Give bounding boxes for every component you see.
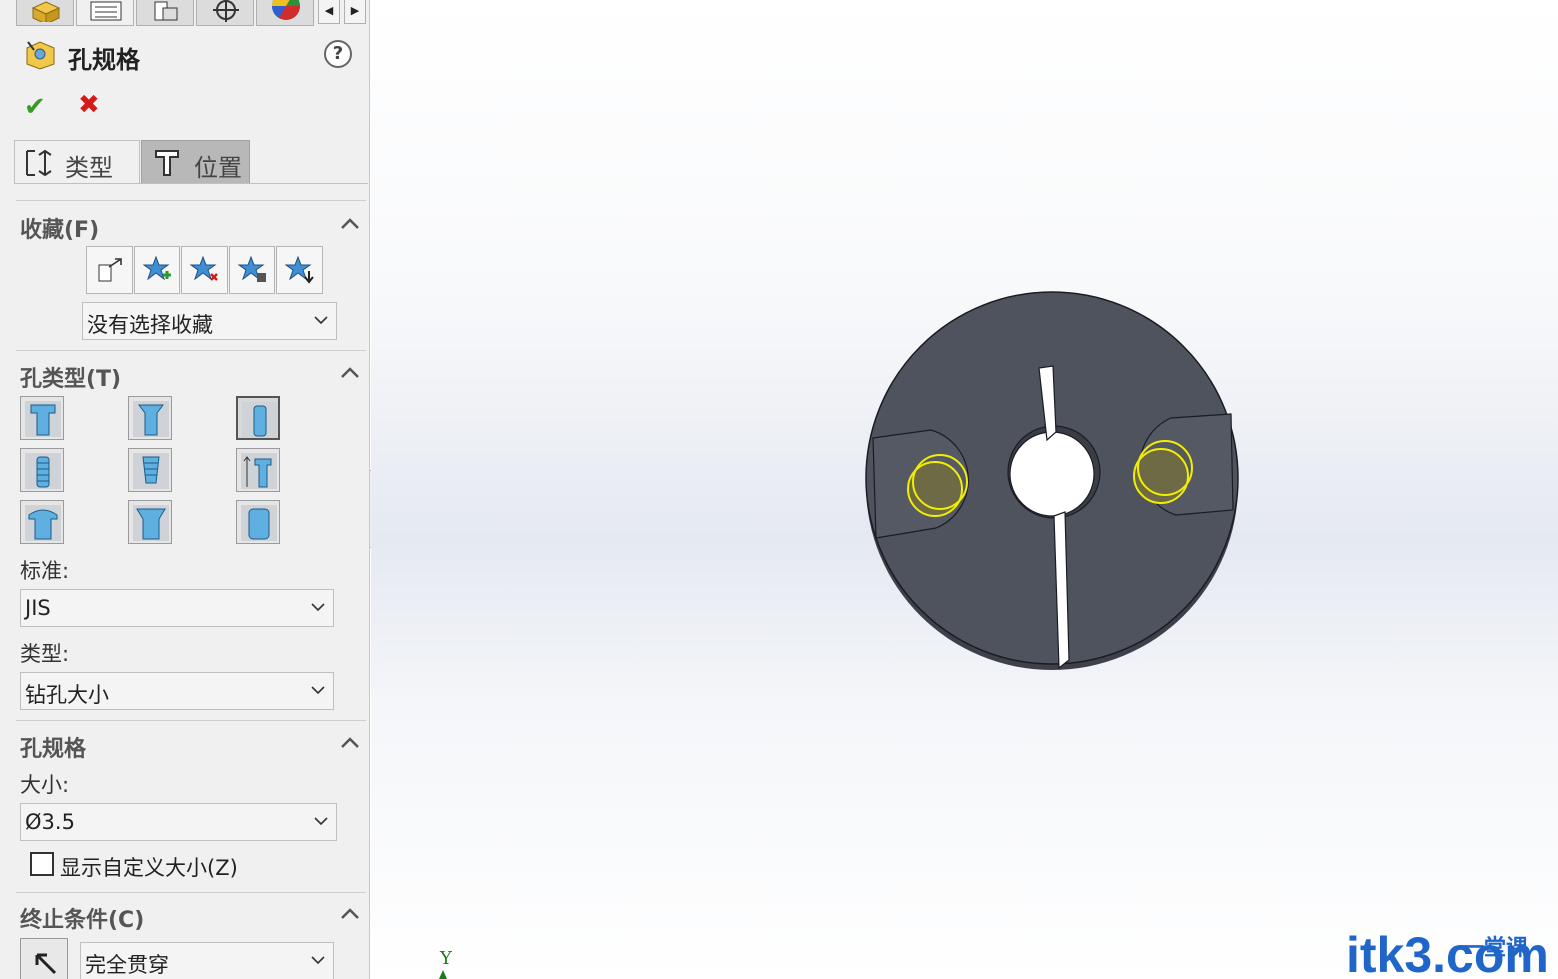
add-favorite-button[interactable]: [133, 246, 181, 294]
hole-wizard-icon: [26, 41, 55, 70]
chevron-down-icon: [314, 316, 328, 325]
center-bore: [1009, 431, 1095, 517]
help-button[interactable]: ?: [324, 40, 352, 68]
legacy-hole-icon: [241, 453, 277, 489]
end-condition-select-value: 完全贯穿: [85, 953, 169, 977]
countersink-slot-icon: [133, 505, 169, 541]
hole-spec-section-title: 孔规格: [20, 737, 87, 762]
star-save-icon: [237, 255, 266, 282]
counterbore-hole-button[interactable]: [20, 396, 64, 440]
simple-hole-button[interactable]: [236, 396, 280, 440]
display-manager-tab[interactable]: [256, 0, 314, 26]
tapped-hole-icon: [25, 453, 61, 489]
tab-scroll-left-button[interactable]: ◀: [318, 0, 340, 24]
split-collar-model[interactable]: [371, 0, 1558, 979]
graphics-viewport[interactable]: [371, 0, 1558, 979]
slot-button[interactable]: [236, 500, 280, 544]
feature-title-row: 孔规格 ?: [24, 38, 364, 74]
page-title: 孔规格: [68, 46, 140, 74]
configuration-icon: [154, 1, 178, 21]
crosshair-icon: [213, 0, 239, 22]
delete-favorite-button[interactable]: [181, 246, 228, 294]
standard-select-value: JIS: [25, 596, 51, 620]
size-select[interactable]: Ø3.5: [20, 803, 337, 841]
favorites-select[interactable]: 没有选择收藏: [82, 302, 337, 340]
favorites-section-title: 收藏(F): [20, 218, 100, 243]
hole-type-section-title: 孔类型(T): [20, 367, 122, 392]
chevron-down-icon: [311, 956, 325, 965]
ok-button[interactable]: ✔: [24, 92, 46, 122]
pipe-tap-button[interactable]: [128, 448, 172, 492]
reverse-direction-arrow-icon: [35, 953, 57, 975]
manager-tabs: ◀ ▶: [0, 0, 369, 26]
hole-type-collapse-chevron-icon[interactable]: [338, 363, 362, 383]
standard-select[interactable]: JIS: [20, 589, 334, 627]
tab-position-label: 位置: [194, 154, 242, 182]
chevron-down-icon: [311, 603, 325, 612]
star-load-icon: [285, 255, 315, 284]
hole-spec-divider: [16, 720, 366, 721]
tab-position[interactable]: 位置: [141, 140, 250, 184]
favorites-collapse-chevron-icon[interactable]: [338, 214, 362, 234]
end-condition-divider: [16, 892, 366, 893]
appearance-ball-icon: [272, 0, 300, 20]
counterbore-slot-button[interactable]: [20, 500, 64, 544]
slot-icon: [241, 505, 277, 541]
star-add-icon: [142, 255, 171, 281]
counterbore-icon: [25, 401, 61, 437]
tab-type[interactable]: 类型: [14, 140, 140, 184]
chevron-down-icon: [314, 817, 328, 826]
configuration-manager-tab[interactable]: [136, 0, 194, 26]
show-custom-size-checkbox[interactable]: [30, 852, 54, 876]
position-tab-icon: [155, 150, 179, 176]
property-manager-panel: ◀ ▶ 孔规格 ? ✔ ✖ 类型 位置 收藏(F) 没有选择收藏 孔类型(T) …: [0, 0, 370, 979]
feature-manager-tab[interactable]: [16, 0, 74, 26]
hole-spec-collapse-chevron-icon[interactable]: [338, 733, 362, 753]
pipe-tap-icon: [133, 453, 169, 489]
chevron-down-icon: [311, 686, 325, 695]
y-axis-arrow-icon: [439, 970, 447, 979]
part-icon: [31, 1, 61, 22]
list-icon: [90, 1, 122, 21]
property-manager-tab[interactable]: [76, 0, 134, 26]
size-label: 大小:: [20, 773, 70, 797]
favorites-divider: [16, 200, 366, 201]
tab-divider: [14, 183, 368, 184]
type-tab-icon: [26, 149, 52, 177]
show-custom-size-label: 显示自定义大小(Z): [60, 856, 238, 880]
save-favorite-button[interactable]: [228, 246, 276, 294]
size-select-value: Ø3.5: [25, 810, 75, 834]
type-select-value: 钻孔大小: [25, 683, 109, 707]
countersink-icon: [133, 401, 169, 437]
apply-defaults-icon: [98, 258, 122, 282]
dimxpert-tab[interactable]: [196, 0, 254, 26]
tab-type-label: 类型: [65, 154, 113, 182]
y-axis-label: Y: [440, 948, 452, 969]
favorites-select-value: 没有选择收藏: [87, 313, 213, 337]
counterbore-slot-icon: [25, 505, 61, 541]
type-select[interactable]: 钻孔大小: [20, 672, 334, 710]
end-condition-section-title: 终止条件(C): [20, 908, 145, 933]
simple-hole-icon: [242, 402, 278, 438]
tab-scroll-right-button[interactable]: ▶: [344, 0, 366, 24]
favorites-toolbar: [86, 246, 324, 294]
legacy-hole-button[interactable]: [236, 448, 280, 492]
star-delete-icon: [190, 255, 219, 281]
end-condition-select[interactable]: 完全贯穿: [80, 942, 334, 979]
tapped-hole-button[interactable]: [20, 448, 64, 492]
end-condition-collapse-chevron-icon[interactable]: [338, 904, 362, 924]
load-favorite-button[interactable]: [276, 246, 323, 294]
cancel-button[interactable]: ✖: [78, 90, 100, 120]
apply-defaults-button[interactable]: [86, 246, 133, 294]
countersink-slot-button[interactable]: [128, 500, 172, 544]
standard-label: 标准:: [20, 559, 70, 583]
watermark-subtitle: 一堂课: [1462, 936, 1529, 961]
hole-type-grid: [20, 396, 290, 546]
countersink-hole-button[interactable]: [128, 396, 172, 440]
reverse-direction-button[interactable]: [20, 938, 68, 979]
type-label: 类型:: [20, 642, 70, 666]
hole-type-divider: [16, 350, 366, 351]
